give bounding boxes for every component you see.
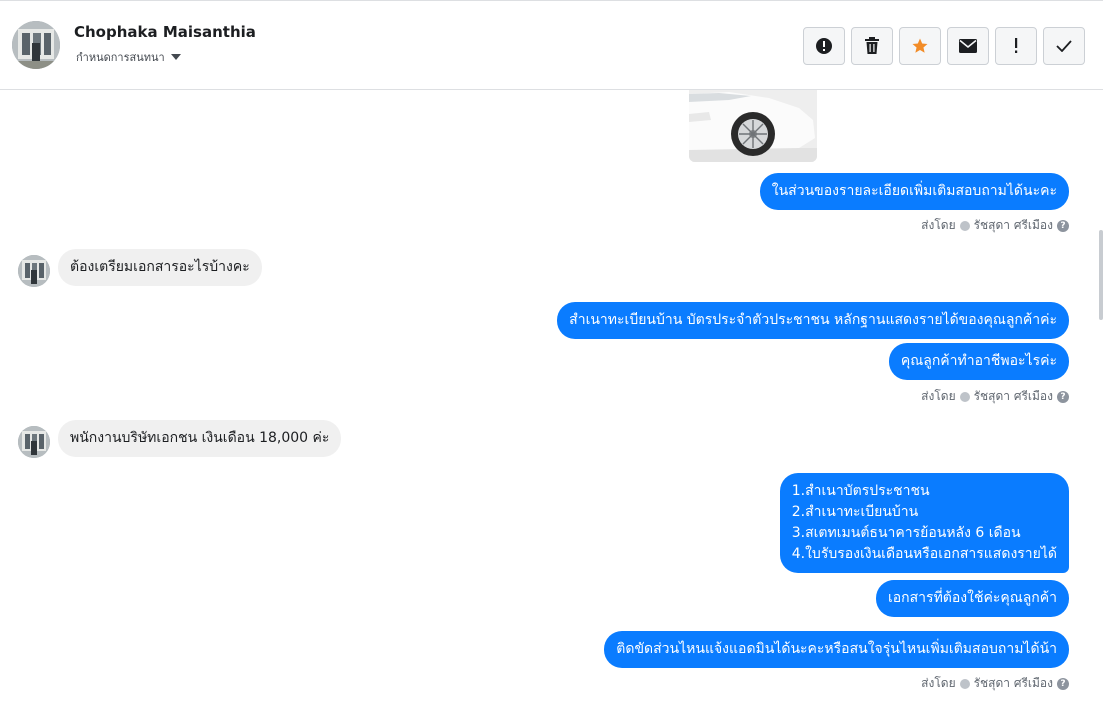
alert-circle-icon xyxy=(815,37,833,55)
sent-by-prefix: ส่งโดย xyxy=(921,676,956,690)
contact-avatar-small[interactable] xyxy=(18,426,50,458)
star-button[interactable] xyxy=(899,27,941,65)
conversation-header: Chophaka Maisanthia กำหนดการสนทนา xyxy=(0,0,1103,90)
outgoing-message[interactable]: เอกสารที่ต้องใช้ค่ะคุณลูกค้า xyxy=(875,580,1069,617)
outgoing-message-document-list[interactable]: 1.สำเนาบัตรประชาชน 2.สำเนาทะเบียนบ้าน 3.… xyxy=(779,473,1069,573)
car-photo-attachment[interactable] xyxy=(689,90,817,162)
outgoing-message[interactable]: คุณลูกค้าทำอาชีพอะไรค่ะ xyxy=(888,343,1069,380)
incoming-message[interactable]: พนักงานบริษัทเอกชน เงินเดือน 18,000 ค่ะ xyxy=(58,420,342,457)
envelope-icon xyxy=(959,39,977,53)
sent-by-prefix: ส่งโดย xyxy=(921,389,956,403)
document-list-item: 2.สำเนาทะเบียนบ้าน xyxy=(791,504,919,520)
help-icon[interactable]: ? xyxy=(1057,219,1069,232)
sent-by-label: ส่งโดย รัชสุดา ศรีเมือง ? xyxy=(921,216,1069,235)
document-list-item: 3.สเตทเมนต์ธนาคารย้อนหลัง 6 เดือน xyxy=(791,525,1021,541)
outgoing-message[interactable]: ในส่วนของรายละเอียดเพิ่มเติมสอบถามได้นะค… xyxy=(759,173,1069,210)
report-spam-button[interactable] xyxy=(803,27,845,65)
mark-done-button[interactable] xyxy=(1043,27,1085,65)
sender-name[interactable]: รัชสุดา ศรีเมือง xyxy=(974,216,1053,235)
sent-by-prefix: ส่งโดย xyxy=(921,218,956,232)
delete-button[interactable] xyxy=(851,27,893,65)
sent-by-label: ส่งโดย รัชสุดา ศรีเมือง ? xyxy=(921,387,1069,406)
sender-avatar-icon xyxy=(959,391,970,402)
sender-name[interactable]: รัชสุดา ศรีเมือง xyxy=(974,674,1053,693)
conversation-schedule-dropdown[interactable]: กำหนดการสนทนา xyxy=(76,48,181,66)
follow-up-button[interactable] xyxy=(995,27,1037,65)
help-icon[interactable]: ? xyxy=(1057,390,1069,403)
sent-by-label: ส่งโดย รัชสุดา ศรีเมือง ? xyxy=(921,674,1069,693)
help-icon[interactable]: ? xyxy=(1057,677,1069,690)
caret-down-icon xyxy=(170,54,181,60)
outgoing-message[interactable]: ติดขัดส่วนไหนแจ้งแอดมินได้นะคะหรือสนใจรุ… xyxy=(604,631,1069,668)
incoming-message[interactable]: ต้องเตรียมเอกสารอะไรบ้างคะ xyxy=(58,249,262,286)
sender-avatar-icon xyxy=(959,220,970,231)
outgoing-message[interactable]: สำเนาทะเบียนบ้าน บัตรประจำตัวประชาชน หลั… xyxy=(557,302,1069,339)
sender-name[interactable]: รัชสุดา ศรีเมือง xyxy=(974,387,1053,406)
document-list-item: 1.สำเนาบัตรประชาชน xyxy=(791,483,930,499)
trash-icon xyxy=(864,37,880,55)
schedule-label: กำหนดการสนทนา xyxy=(76,51,165,64)
scrollbar-thumb[interactable] xyxy=(1099,230,1103,320)
contact-avatar[interactable] xyxy=(12,21,60,69)
exclamation-icon xyxy=(1013,38,1019,54)
mark-unread-button[interactable] xyxy=(947,27,989,65)
star-icon xyxy=(911,37,929,55)
contact-avatar-small[interactable] xyxy=(18,255,50,287)
sender-avatar-icon xyxy=(959,678,970,689)
check-icon xyxy=(1056,40,1072,52)
document-list-item: 4.ใบรับรองเงินเดือนหรือเอกสารแสดงรายได้ xyxy=(791,546,1057,562)
contact-name[interactable]: Chophaka Maisanthia xyxy=(74,23,256,41)
